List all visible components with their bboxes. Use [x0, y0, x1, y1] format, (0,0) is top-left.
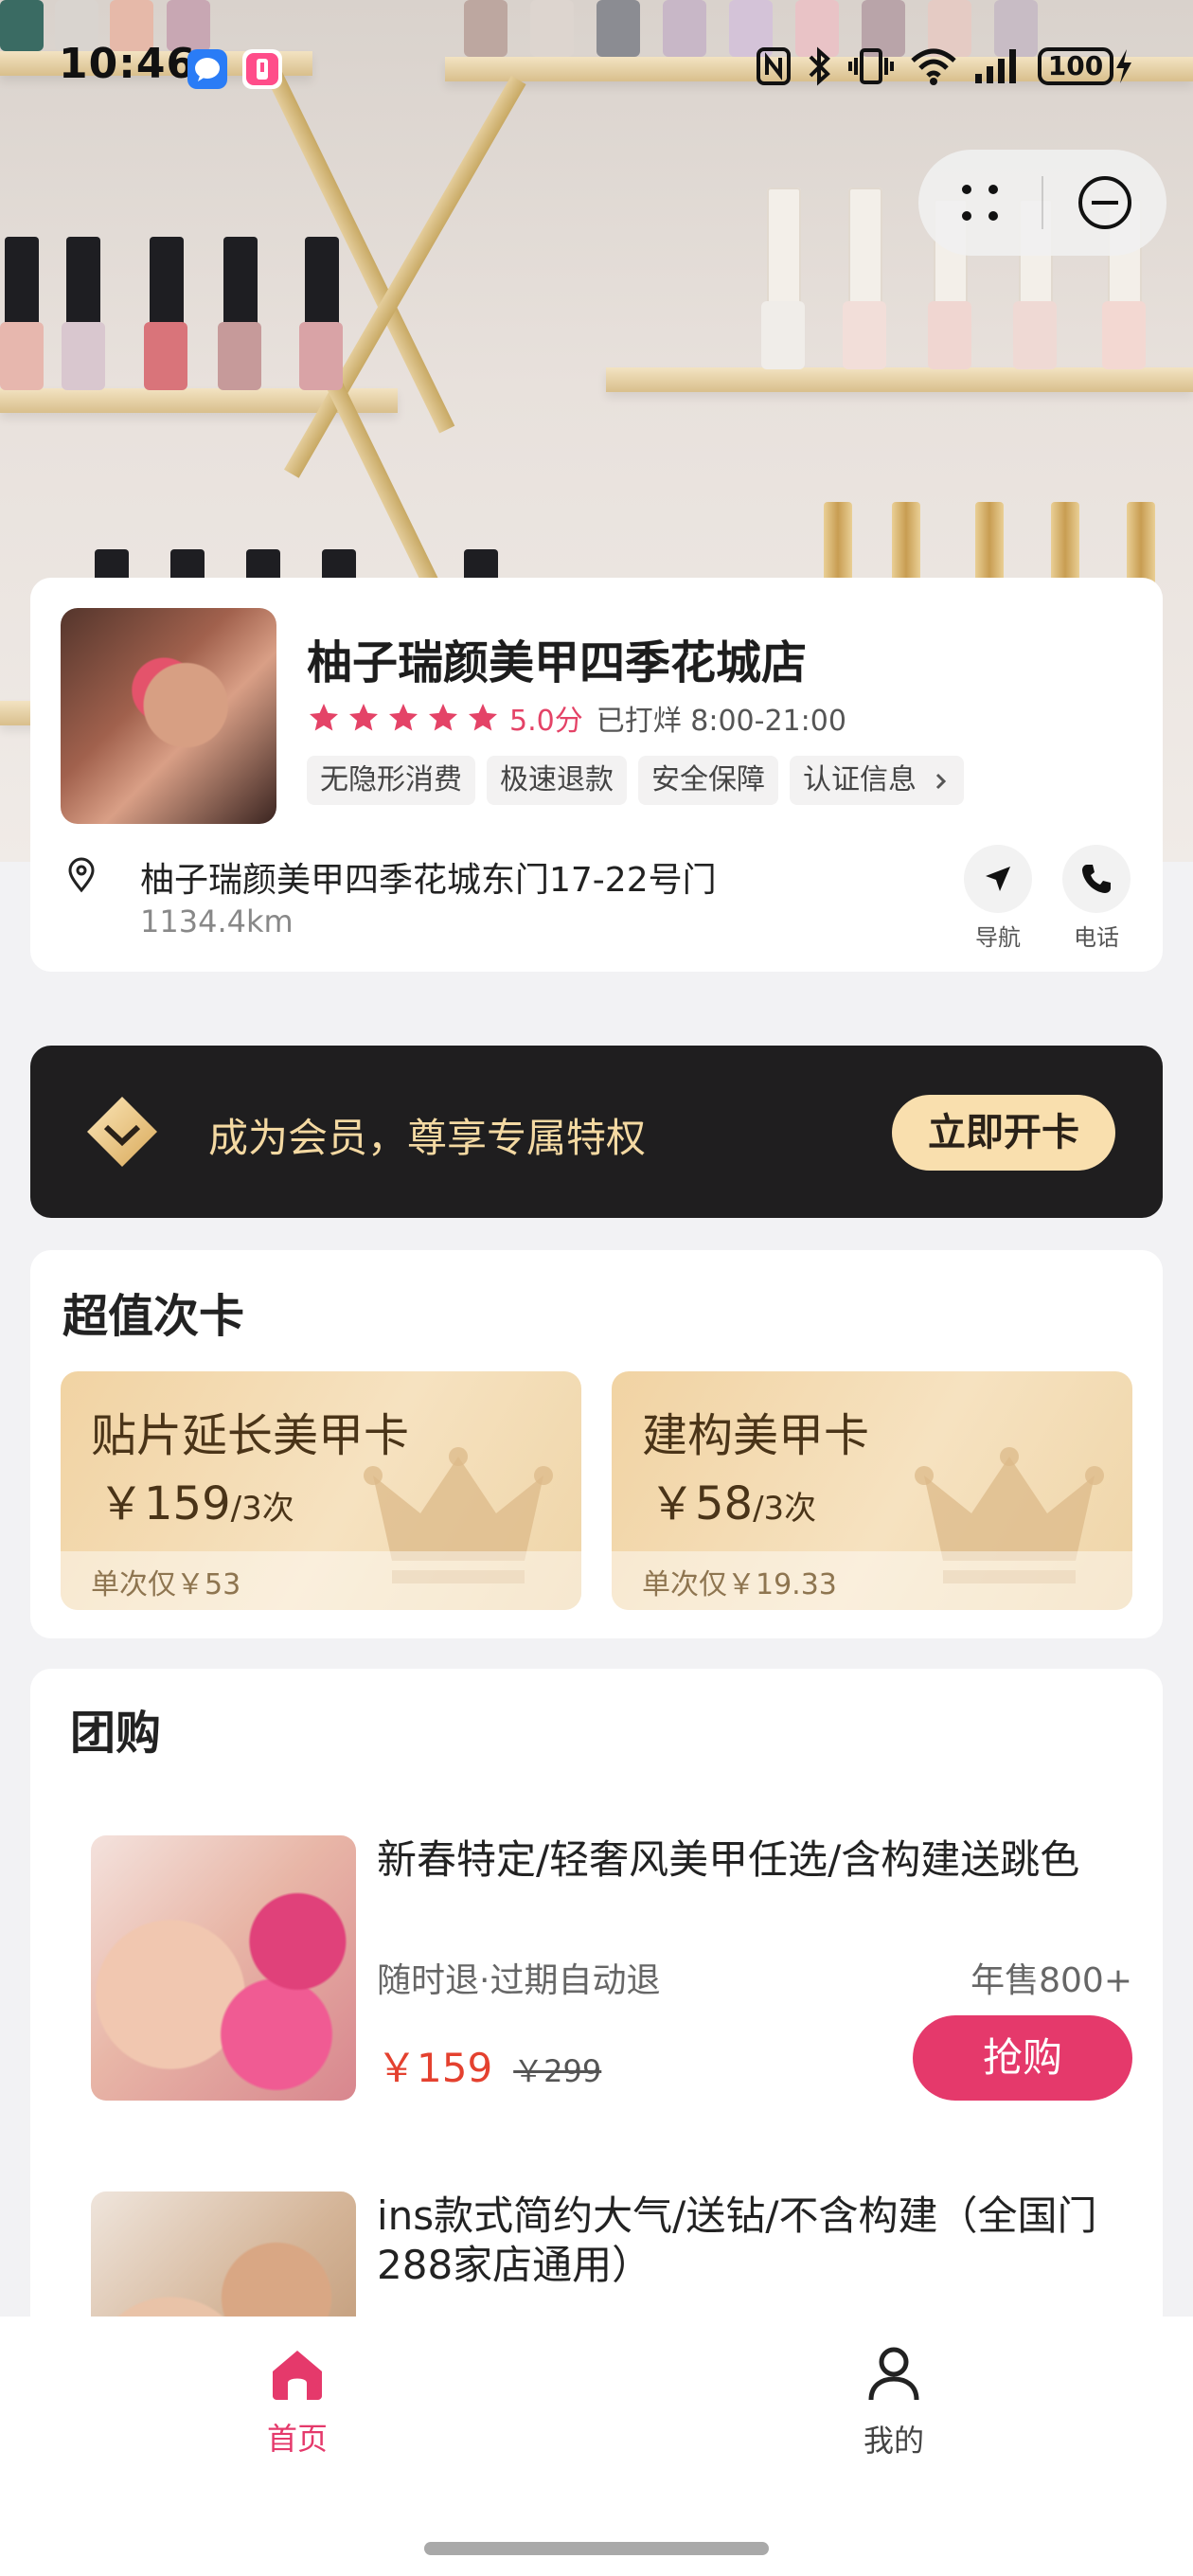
store-address: 柚子瑞颜美甲四季花城东门17-22号门 [140, 861, 717, 900]
group-buy-section: 团购 新春特定/轻奢风美甲任选/含构建送跳色 随时退·过期自动退 年售800+ … [30, 1669, 1163, 2351]
bottom-navigation: 首页 我的 [0, 2317, 1193, 2576]
cert-info-button[interactable]: 认证信息 [790, 756, 964, 805]
bluetooth-icon [809, 46, 830, 86]
call-button[interactable]: 电话 [1059, 845, 1134, 952]
service-tags: 无隐形消费 极速退款 安全保障 认证信息 [307, 756, 964, 805]
tab-home[interactable]: 首页 [203, 2345, 392, 2459]
tab-mine-label: 我的 [863, 2423, 924, 2459]
section-title: 超值次卡 [62, 1290, 245, 1343]
deal-sales: 年售800+ [970, 1961, 1132, 2000]
times-card-unit-price: 单次仅￥53 [91, 1568, 241, 1601]
times-card-price: ￥58/3次 [650, 1477, 817, 1530]
navigate-button[interactable]: 导航 [960, 845, 1036, 952]
mini-program-capsule [918, 150, 1166, 256]
home-icon [273, 2351, 322, 2400]
navigation-arrow-icon [986, 867, 1010, 891]
star-icon [429, 704, 457, 731]
call-label: 电话 [1074, 924, 1119, 951]
phone-icon [1082, 865, 1111, 893]
signal-icon [975, 49, 1016, 83]
tag-fast-refund: 极速退款 [487, 756, 627, 805]
deal-title: ins款式简约大气/送钻/不含构建（全国门288家店通用） [377, 2192, 1097, 2288]
times-card-section: 超值次卡 贴片延长美甲卡 ￥159/3次 单次仅￥53 建构美甲卡 ￥58/3次… [30, 1250, 1163, 1638]
deal-original-price: ￥299 [513, 2053, 602, 2089]
nfc-icon [757, 47, 791, 85]
deal-price: ￥159 ￥299 [377, 2045, 602, 2091]
star-icon [469, 704, 497, 731]
business-hours: 已打烊 8:00-21:00 [596, 705, 846, 738]
vibrate-icon [848, 48, 894, 84]
deal-subtitle: 随时退·过期自动退 [377, 1961, 661, 2000]
buy-button[interactable]: 抢购 [913, 2015, 1132, 2101]
navigate-label: 导航 [975, 924, 1021, 951]
diamond-badge-icon [87, 1097, 157, 1167]
minus-circle-icon [1078, 176, 1131, 229]
tab-home-label: 首页 [266, 2421, 328, 2457]
tag-safety: 安全保障 [638, 756, 778, 805]
message-app-icon [187, 49, 227, 89]
more-button[interactable] [918, 150, 1042, 256]
wifi-icon [911, 48, 956, 85]
star-icon [349, 704, 378, 731]
close-miniprogram-button[interactable] [1043, 150, 1166, 256]
open-card-button[interactable]: 立即开卡 [892, 1095, 1115, 1171]
times-card-price: ￥159/3次 [98, 1477, 294, 1530]
status-bar: 10:46 100 [0, 0, 1193, 133]
section-title: 团购 [70, 1707, 162, 1760]
store-name: 柚子瑞颜美甲四季花城店 [307, 636, 808, 689]
membership-banner[interactable]: 成为会员，尊享专属特权 立即开卡 [30, 1046, 1163, 1218]
rating-score: 5.0分 [509, 705, 583, 738]
deal-image [91, 1835, 356, 2101]
times-card-unit-price: 单次仅￥19.33 [642, 1568, 837, 1601]
chevron-right-icon [935, 773, 946, 789]
store-info-card: 柚子瑞颜美甲四季花城店 5.0分 已打烊 8:00-21:00 无隐形消费 极速… [30, 578, 1163, 972]
home-indicator[interactable] [424, 2542, 769, 2555]
times-card-name: 建构美甲卡 [642, 1409, 870, 1462]
tab-mine[interactable]: 我的 [799, 2345, 988, 2460]
deal-item[interactable]: 新春特定/轻奢风美甲任选/含构建送跳色 随时退·过期自动退 年售800+ ￥15… [91, 1835, 1132, 2110]
cert-info-label: 认证信息 [803, 763, 917, 796]
location-pin-icon [68, 857, 95, 893]
store-distance: 1134.4km [140, 903, 294, 939]
user-icon [868, 2347, 919, 2401]
star-icon [389, 704, 418, 731]
battery-indicator: 100 [1038, 47, 1134, 85]
charging-icon [1116, 49, 1131, 83]
notification-app-icon [242, 49, 282, 89]
times-card-item[interactable]: 建构美甲卡 ￥58/3次 单次仅￥19.33 [612, 1371, 1132, 1610]
times-card-name: 贴片延长美甲卡 [91, 1409, 410, 1462]
deal-title: 新春特定/轻奢风美甲任选/含构建送跳色 [377, 1836, 1080, 1883]
store-avatar [61, 608, 276, 824]
store-rating: 5.0分 已打烊 8:00-21:00 [307, 697, 846, 739]
dots-grid-icon [962, 185, 998, 221]
membership-text: 成为会员，尊享专属特权 [208, 1115, 647, 1161]
times-card-item[interactable]: 贴片延长美甲卡 ￥159/3次 单次仅￥53 [61, 1371, 581, 1610]
star-icon [310, 704, 338, 731]
status-time: 10:46 [59, 40, 197, 88]
tag-no-hidden-fee: 无隐形消费 [307, 756, 475, 805]
